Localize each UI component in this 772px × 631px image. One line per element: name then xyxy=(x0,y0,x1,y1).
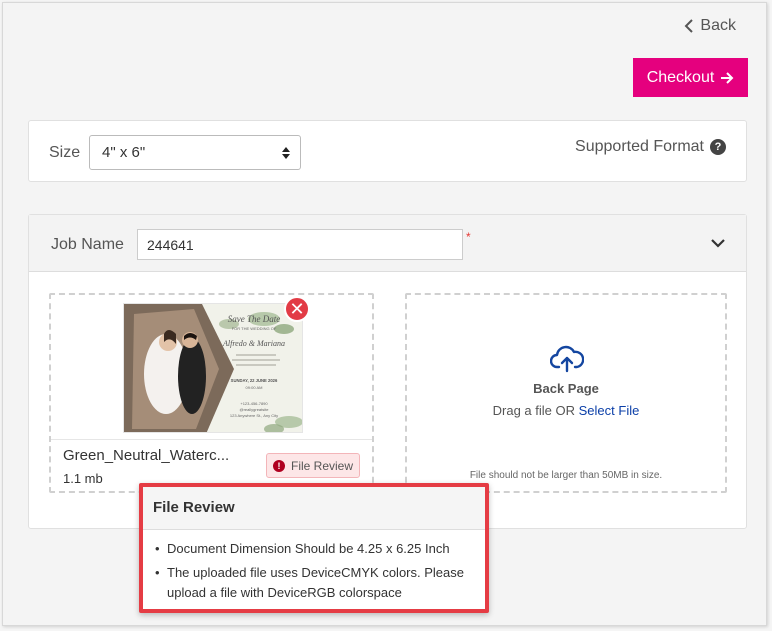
upload-page: Back Checkout Size 4" x 6" Supported For… xyxy=(2,2,767,626)
thumb-names: Alfredo & Mariana xyxy=(222,339,285,348)
size-selected-value: 4" x 6" xyxy=(102,144,146,161)
file-size-note: File should not be larger than 50MB in s… xyxy=(469,470,663,481)
review-issue-item: The uploaded file uses DeviceCMYK colors… xyxy=(153,563,479,603)
back-page-instructions: Drag a file OR Select File xyxy=(407,403,725,418)
exclamation-icon: ! xyxy=(273,459,285,472)
drag-text: Drag a file OR xyxy=(492,403,576,418)
file-review-popover: File Review Document Dimension Should be… xyxy=(139,483,489,613)
file-name: Green_Neutral_Waterc... xyxy=(63,447,230,464)
job-name-input[interactable] xyxy=(137,229,463,260)
back-label: Back xyxy=(700,17,736,34)
thumb-handle: @reallygreatsite xyxy=(240,407,270,412)
back-page-dropzone[interactable]: Back Page Drag a file OR Select File Fil… xyxy=(405,293,727,493)
required-mark: * xyxy=(466,230,471,244)
arrow-right-icon xyxy=(721,71,734,84)
checkout-button[interactable]: Checkout xyxy=(633,58,748,97)
job-name-label: Job Name xyxy=(51,236,124,253)
job-header: Job Name * xyxy=(29,215,746,272)
front-page-dropzone[interactable]: Save The Date FOR THE WEDDING OF Alfredo… xyxy=(49,293,374,493)
size-select[interactable]: 4" x 6" xyxy=(89,135,301,170)
file-review-label: File Review xyxy=(291,458,354,473)
file-review-badge[interactable]: ! File Review xyxy=(266,453,361,478)
file-size: 1.1 mb xyxy=(63,471,103,486)
close-icon: ✕ xyxy=(289,298,305,319)
thumb-phone: +123-456-7890 xyxy=(240,401,268,406)
thumb-date: SUNDAY, 22 JUNE 2026 xyxy=(231,378,278,383)
thumb-headline: Save The Date xyxy=(228,314,280,324)
job-panel: Job Name * xyxy=(28,214,747,529)
select-file-link[interactable]: Select File xyxy=(579,403,640,418)
thumb-address: 123 Anywhere St., Any City xyxy=(230,413,278,418)
review-issue-list: Document Dimension Should be 4.25 x 6.25… xyxy=(153,539,479,607)
chevron-left-icon xyxy=(685,19,694,33)
size-panel: Size 4" x 6" Supported Format ? xyxy=(28,120,747,182)
thumbnail-divider xyxy=(51,439,372,440)
question-icon: ? xyxy=(710,139,726,155)
sort-arrows-icon xyxy=(282,147,290,159)
back-link[interactable]: Back xyxy=(684,17,736,35)
remove-file-button[interactable]: ✕ xyxy=(284,296,310,322)
back-page-title: Back Page xyxy=(533,381,599,396)
invitation-preview-image: Save The Date FOR THE WEDDING OF Alfredo… xyxy=(124,304,302,432)
supported-format-label: Supported Format xyxy=(575,138,704,155)
supported-format-link[interactable]: Supported Format ? xyxy=(575,138,726,156)
screenshot-frame: Back Checkout Size 4" x 6" Supported For… xyxy=(0,0,772,631)
checkout-label: Checkout xyxy=(646,68,715,86)
cloud-upload-icon xyxy=(550,345,584,373)
size-label: Size xyxy=(49,144,81,161)
chevron-down-icon[interactable] xyxy=(710,237,726,249)
review-issue-item: Document Dimension Should be 4.25 x 6.25… xyxy=(153,539,479,559)
thumb-subline: FOR THE WEDDING OF xyxy=(232,326,277,331)
popover-title: File Review xyxy=(143,487,485,530)
thumb-time: 09:00 AM xyxy=(246,385,263,390)
file-thumbnail: Save The Date FOR THE WEDDING OF Alfredo… xyxy=(123,303,303,433)
